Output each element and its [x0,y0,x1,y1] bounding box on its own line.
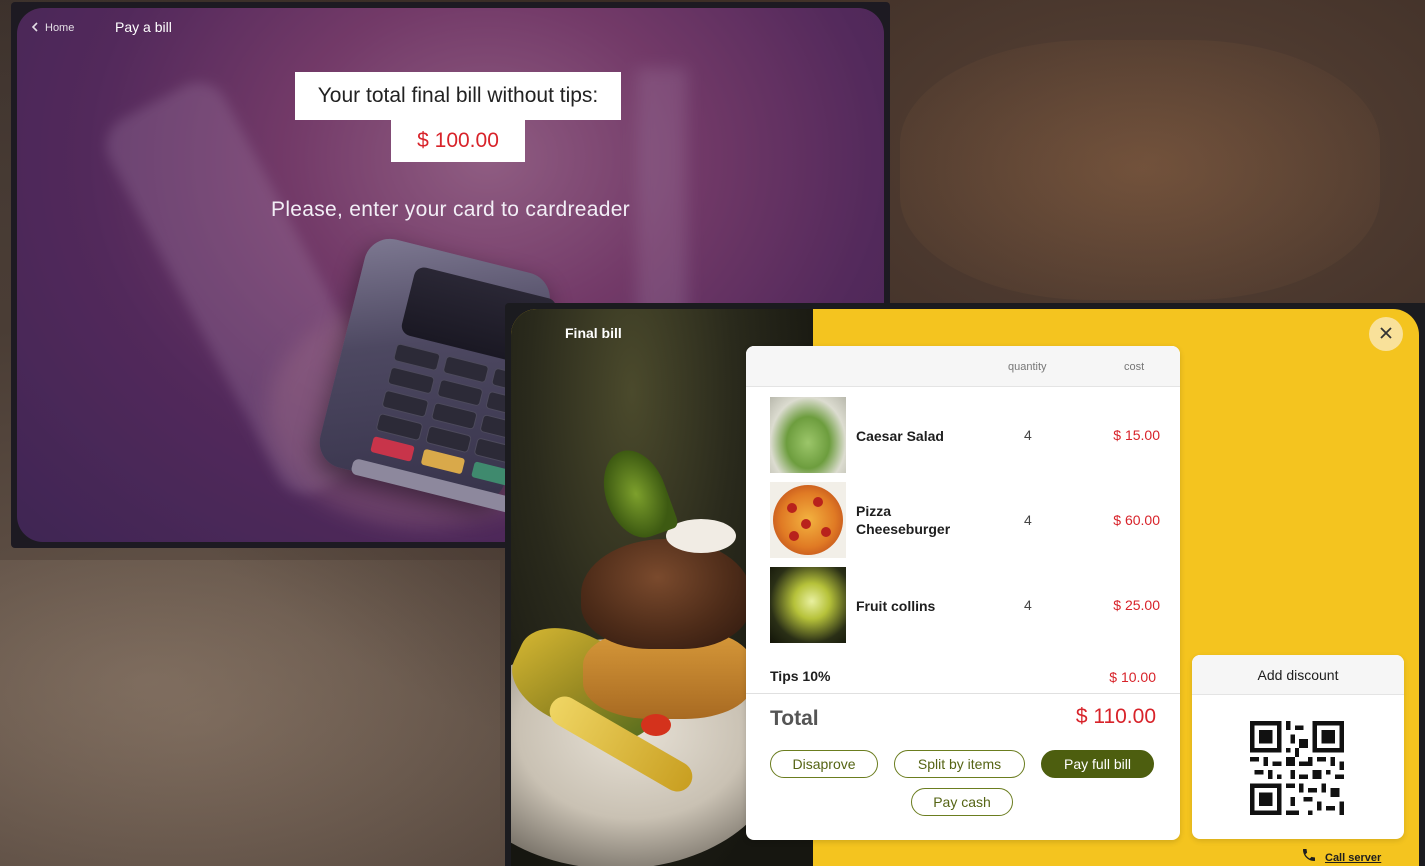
item-cost: $ 25.00 [1113,597,1160,613]
pepperoni [789,531,799,541]
item-quantity: 4 [1024,512,1032,528]
pepperoni [787,503,797,513]
key [392,342,441,372]
discount-card[interactable]: Add discount [1192,655,1404,839]
item-name: Pizza Cheeseburger [856,503,951,537]
photo-shape [641,714,671,736]
cancel-key [370,436,415,462]
bill-table-header: quantity cost [746,346,1180,387]
pay-full-bill-button[interactable]: Pay full bill [1041,750,1154,778]
divider [746,693,1180,694]
key [436,378,484,407]
pay-cash-button[interactable]: Pay cash [911,788,1013,816]
item-name: Caesar Salad [856,428,944,444]
key [430,401,479,431]
total-cost: $ 110.00 [1075,705,1156,728]
item-quantity: 4 [1024,597,1032,613]
split-by-items-button[interactable]: Split by items [894,750,1025,778]
quantity-column-header: quantity [1008,361,1047,373]
key [387,366,435,395]
item-cost: $ 15.00 [1113,427,1160,443]
background-blur [900,40,1380,300]
key [424,425,473,454]
disapprove-button[interactable]: Disaprove [770,750,878,778]
final-bill-screen: Final bill quantity cost Caesar Salad 4 … [505,303,1425,866]
item-cost: $ 60.00 [1113,512,1160,528]
key [442,355,490,384]
final-bill-title: Final bill [565,325,622,341]
bill-item-row: Caesar Salad 4 $ 15.00 [770,397,1160,473]
item-name: Fruit collins [856,598,936,614]
top-bar: Home Pay a bill [31,18,172,38]
bill-amount: $ 100.00 [391,120,525,162]
page-title: Pay a bill [115,19,172,35]
photo-shape [581,539,751,649]
pepperoni [821,527,831,537]
bill-label: Your total final bill without tips: [295,72,621,120]
bill-item-row: Pizza Cheeseburger 4 $ 60.00 [770,482,1160,558]
add-discount-title: Add discount [1192,655,1404,695]
close-icon [1379,323,1393,346]
call-server-link[interactable]: Call server [1301,847,1381,866]
home-label: Home [45,22,75,34]
fruit-collins-image [770,567,846,643]
phone-icon [1301,847,1317,866]
tips-label: Tips 10% [770,668,831,684]
background-blur [0,560,500,866]
close-button[interactable] [1369,317,1403,351]
final-bill-background: Final bill quantity cost Caesar Salad 4 … [511,309,1419,866]
cost-column-header: cost [1124,361,1145,373]
item-quantity: 4 [1024,427,1032,443]
pepperoni [801,519,811,529]
qr-code-icon [1250,721,1344,815]
tips-cost: $ 10.00 [1109,669,1156,685]
clear-key [420,448,466,475]
key [375,412,424,442]
bill-item-row: Fruit collins 4 $ 25.00 [770,567,1160,643]
pepperoni [813,497,823,507]
call-server-label: Call server [1325,851,1382,864]
home-back-link[interactable]: Home [31,21,75,35]
pizza-image [770,482,846,558]
card-instruction: Please, enter your card to cardreader [271,198,630,221]
bill-card: quantity cost Caesar Salad 4 $ 15.00 Piz… [746,346,1180,840]
photo-shape [592,441,680,547]
key [381,389,429,418]
caesar-salad-image [770,397,846,473]
total-label: Total [770,707,819,730]
chevron-left-icon [31,21,39,35]
pizza-shape [773,485,843,555]
